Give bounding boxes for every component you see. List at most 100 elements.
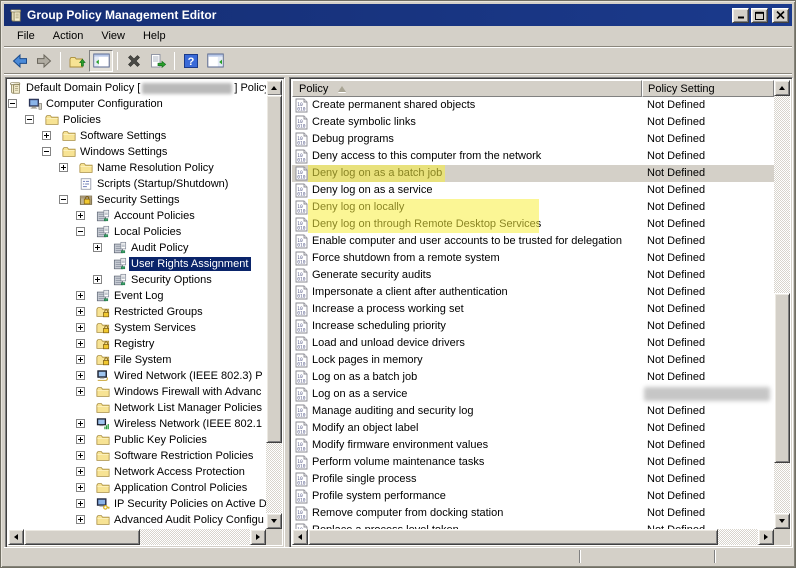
scroll-left-button[interactable] [8,529,24,545]
tree-item-default-domain-policy[interactable]: Default Domain Policy [] Policy [8,80,266,96]
toolbar-button-forward[interactable] [32,50,56,72]
expand-expander-icon[interactable] [42,131,51,140]
scroll-up-button[interactable] [266,80,282,96]
tree-item-label[interactable]: Advanced Audit Policy Configu [112,513,266,527]
tree-item-scripts-startup-shutdown[interactable]: Scripts (Startup/Shutdown) [8,176,266,192]
tree-item-label[interactable]: Registry [112,337,157,351]
tree-item-computer-configuration[interactable]: Computer Configuration [8,96,266,112]
tree-item-registry[interactable]: Registry [8,336,266,352]
tree-item-application-control-policies[interactable]: Application Control Policies [8,480,266,496]
policy-row-log-on-as-a-service[interactable]: 10010Log on as a service [292,386,774,403]
list-horizontal-scrollbar[interactable] [292,529,774,545]
tree-item-label[interactable]: Wireless Network (IEEE 802.1 [112,417,265,431]
scrollbar-thumb[interactable] [308,529,718,545]
tree-item-security-settings[interactable]: Security Settings [8,192,266,208]
tree-item-label[interactable]: Software Settings [78,129,169,143]
policy-row-profile-system-performance[interactable]: 10010Profile system performanceNot Defin… [292,488,774,505]
policy-row-modify-firmware-environment-values[interactable]: 10010Modify firmware environment valuesN… [292,437,774,454]
policy-row-deny-log-on-locally[interactable]: 10010Deny log on locallyNot Defined [292,199,774,216]
scroll-down-button[interactable] [266,513,282,529]
expand-expander-icon[interactable] [76,355,85,364]
list-vertical-scrollbar[interactable] [774,80,790,529]
menu-item-help[interactable]: Help [134,27,175,45]
policy-row-create-permanent-shared-objects[interactable]: 10010Create permanent shared objectsNot … [292,97,774,114]
policy-row-generate-security-audits[interactable]: 10010Generate security auditsNot Defined [292,267,774,284]
tree-item-label[interactable]: Network List Manager Policies [112,401,265,415]
scroll-down-button[interactable] [774,513,790,529]
tree-item-account-policies[interactable]: Account Policies [8,208,266,224]
tree-item-label[interactable]: Local Policies [112,225,184,239]
expand-expander-icon[interactable] [93,243,102,252]
scroll-up-button[interactable] [774,80,790,96]
menu-item-file[interactable]: File [8,27,44,45]
tree-vertical-scrollbar[interactable] [266,80,282,529]
expand-expander-icon[interactable] [76,499,85,508]
expand-expander-icon[interactable] [76,339,85,348]
expand-expander-icon[interactable] [76,307,85,316]
console-tree[interactable]: Default Domain Policy [] PolicyComputer … [8,80,266,529]
policy-row-impersonate-a-client-after-authentication[interactable]: 10010Impersonate a client after authenti… [292,284,774,301]
tree-item-label[interactable]: Security Settings [95,193,183,207]
tree-item-ip-security-policies-on-active-d[interactable]: IP Security Policies on Active D [8,496,266,512]
tree-item-audit-policy[interactable]: Audit Policy [8,240,266,256]
tree-item-label[interactable]: User Rights Assignment [129,257,251,271]
tree-item-label[interactable]: Windows Settings [78,145,170,159]
policy-row-debug-programs[interactable]: 10010Debug programsNot Defined [292,131,774,148]
tree-item-public-key-policies[interactable]: Public Key Policies [8,432,266,448]
tree-item-wired-network-ieee-802-3-p[interactable]: Wired Network (IEEE 802.3) P [8,368,266,384]
tree-item-label[interactable]: Audit Policy [129,241,191,255]
scroll-left-button[interactable] [292,529,308,545]
policy-row-increase-scheduling-priority[interactable]: 10010Increase scheduling priorityNot Def… [292,318,774,335]
policy-row-deny-access-to-this-computer-from-the-network[interactable]: 10010Deny access to this computer from t… [292,148,774,165]
tree-item-windows-settings[interactable]: Windows Settings [8,144,266,160]
expand-expander-icon[interactable] [76,515,85,524]
tree-item-policies[interactable]: Policies [8,112,266,128]
toolbar-button-delete[interactable] [122,50,146,72]
toolbar-button-up-one-level[interactable] [65,50,89,72]
title-bar[interactable]: Group Policy Management Editor [4,4,792,26]
collapse-expander-icon[interactable] [8,99,17,108]
policy-row-deny-log-on-as-a-service[interactable]: 10010Deny log on as a serviceNot Defined [292,182,774,199]
policy-row-perform-volume-maintenance-tasks[interactable]: 10010Perform volume maintenance tasksNot… [292,454,774,471]
policy-row-replace-a-process-level-token[interactable]: 10010Replace a process level tokenNot De… [292,522,774,529]
tree-item-label[interactable]: Security Options [129,273,215,287]
tree-horizontal-scrollbar[interactable] [8,529,266,545]
tree-item-label[interactable]: System Services [112,321,199,335]
policy-row-profile-single-process[interactable]: 10010Profile single processNot Defined [292,471,774,488]
tree-item-software-restriction-policies[interactable]: Software Restriction Policies [8,448,266,464]
tree-item-label[interactable]: Windows Firewall with Advanc [112,385,264,399]
tree-root-label[interactable]: Default Domain Policy [] Policy [24,81,266,95]
column-header-policy-setting[interactable]: Policy Setting [642,80,774,97]
policy-row-lock-pages-in-memory[interactable]: 10010Lock pages in memoryNot Defined [292,352,774,369]
toolbar-button-back[interactable] [8,50,32,72]
expand-expander-icon[interactable] [76,291,85,300]
menu-item-view[interactable]: View [92,27,134,45]
tree-item-label[interactable]: Policies [61,113,104,127]
policy-row-log-on-as-a-batch-job[interactable]: 10010Log on as a batch jobNot Defined [292,369,774,386]
tree-item-label[interactable]: Scripts (Startup/Shutdown) [95,177,231,191]
tree-item-user-rights-assignment[interactable]: User Rights Assignment [8,256,266,272]
expand-expander-icon[interactable] [59,163,68,172]
expand-expander-icon[interactable] [76,387,85,396]
expand-expander-icon[interactable] [76,211,85,220]
tree-item-local-policies[interactable]: Local Policies [8,224,266,240]
expand-expander-icon[interactable] [76,419,85,428]
minimize-button[interactable] [732,8,749,23]
toolbar-button-show-hide-console-tree[interactable] [89,50,113,72]
tree-item-label[interactable]: Wired Network (IEEE 802.3) P [112,369,266,383]
close-button[interactable] [772,8,789,23]
tree-item-label[interactable]: Event Log [112,289,167,303]
scrollbar-thumb[interactable] [24,529,140,545]
expand-expander-icon[interactable] [76,323,85,332]
tree-item-advanced-audit-policy-configu[interactable]: Advanced Audit Policy Configu [8,512,266,528]
collapse-expander-icon[interactable] [25,115,34,124]
tree-item-event-log[interactable]: Event Log [8,288,266,304]
maximize-button[interactable] [751,8,768,23]
tree-item-label[interactable]: Application Control Policies [112,481,250,495]
toolbar-button-show-hide-action-pane[interactable] [203,50,227,72]
policy-row-modify-an-object-label[interactable]: 10010Modify an object labelNot Defined [292,420,774,437]
tree-item-label[interactable]: Network Access Protection [112,465,248,479]
policy-row-manage-auditing-and-security-log[interactable]: 10010Manage auditing and security logNot… [292,403,774,420]
policy-row-force-shutdown-from-a-remote-system[interactable]: 10010Force shutdown from a remote system… [292,250,774,267]
tree-item-label[interactable]: Restricted Groups [112,305,206,319]
